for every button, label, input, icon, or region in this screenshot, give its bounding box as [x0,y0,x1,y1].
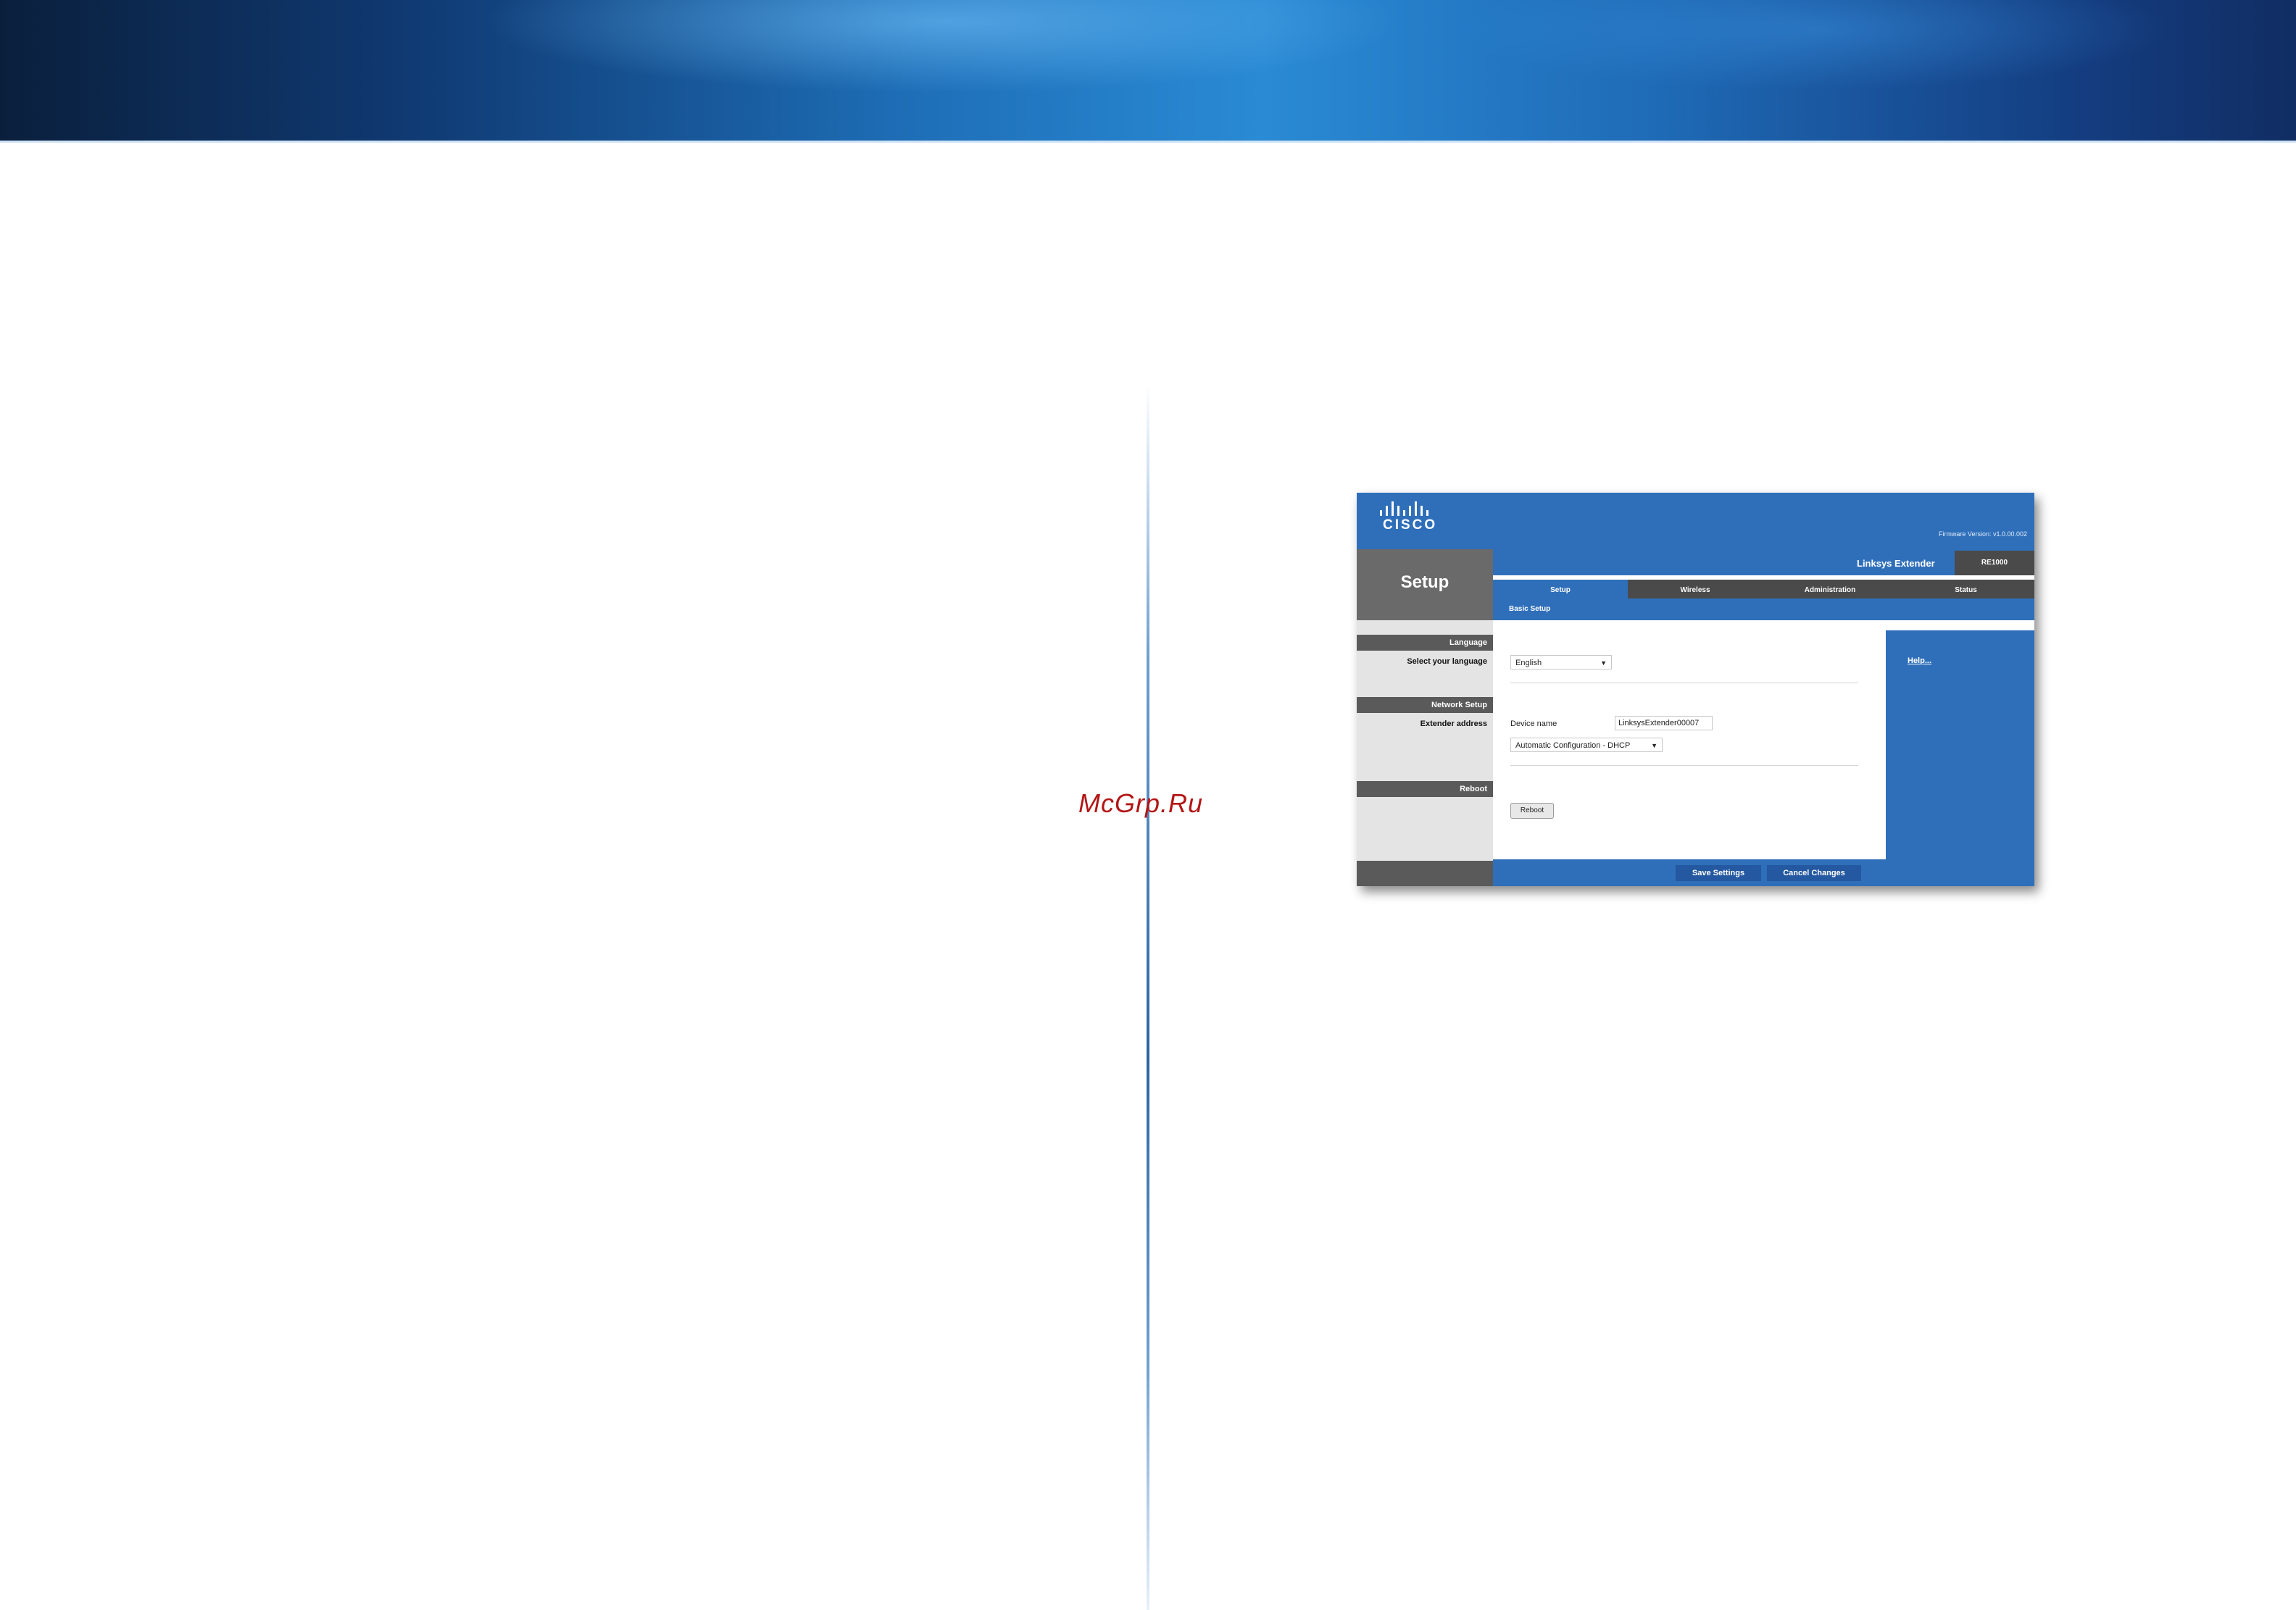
cisco-logo-text: CISCO [1383,517,1438,533]
address-mode-value: Automatic Configuration - DHCP [1515,741,1631,750]
header-banner [0,0,2296,143]
sidebar-label-language: Select your language [1407,657,1487,666]
watermark: McGrp.Ru [1078,788,1204,818]
language-select-value: English [1515,659,1542,667]
chevron-down-icon: ▼ [1651,742,1657,749]
firmware-version: Firmware Version: v1.0.00.002 [1938,530,2027,538]
cisco-logo-icon [1380,501,1428,516]
save-settings-button[interactable]: Save Settings [1676,865,1761,881]
router-header: CISCO Firmware Version: v1.0.00.002 [1357,493,2034,549]
language-select[interactable]: English ▼ [1510,655,1612,670]
help-link[interactable]: Help... [1908,656,1931,665]
tab-wireless[interactable]: Wireless [1628,580,1763,598]
subtab-band [1493,598,2034,620]
cancel-changes-button[interactable]: Cancel Changes [1767,865,1861,881]
section-title: Setup [1400,572,1449,592]
chevron-down-icon: ▼ [1600,659,1607,667]
sidebar-head-reboot: Reboot [1357,781,1493,797]
router-screenshot: CISCO Firmware Version: v1.0.00.002 Setu… [1357,493,2034,886]
sidebar-label-network: Extender address [1420,720,1487,728]
tab-setup[interactable]: Setup [1493,580,1628,598]
column-divider [1147,384,1149,1610]
device-name-input[interactable]: LinksysExtender00007 [1615,716,1713,730]
address-mode-select[interactable]: Automatic Configuration - DHCP ▼ [1510,738,1663,752]
reboot-button[interactable]: Reboot [1510,803,1554,819]
sidebar-head-network: Network Setup [1357,697,1493,713]
sidebar-footer [1357,861,1493,886]
help-pane [1886,630,2034,886]
product-name: Linksys Extender [1857,558,1935,569]
model-label: RE1000 [1955,551,2034,575]
divider-line [1510,765,1858,766]
tab-administration[interactable]: Administration [1763,580,1897,598]
top-band [1493,549,2034,575]
subtab-basic-setup[interactable]: Basic Setup [1509,605,1550,613]
sidebar-head-language: Language [1357,635,1493,651]
device-name-label: Device name [1510,720,1557,728]
tab-status[interactable]: Status [1897,580,2034,598]
